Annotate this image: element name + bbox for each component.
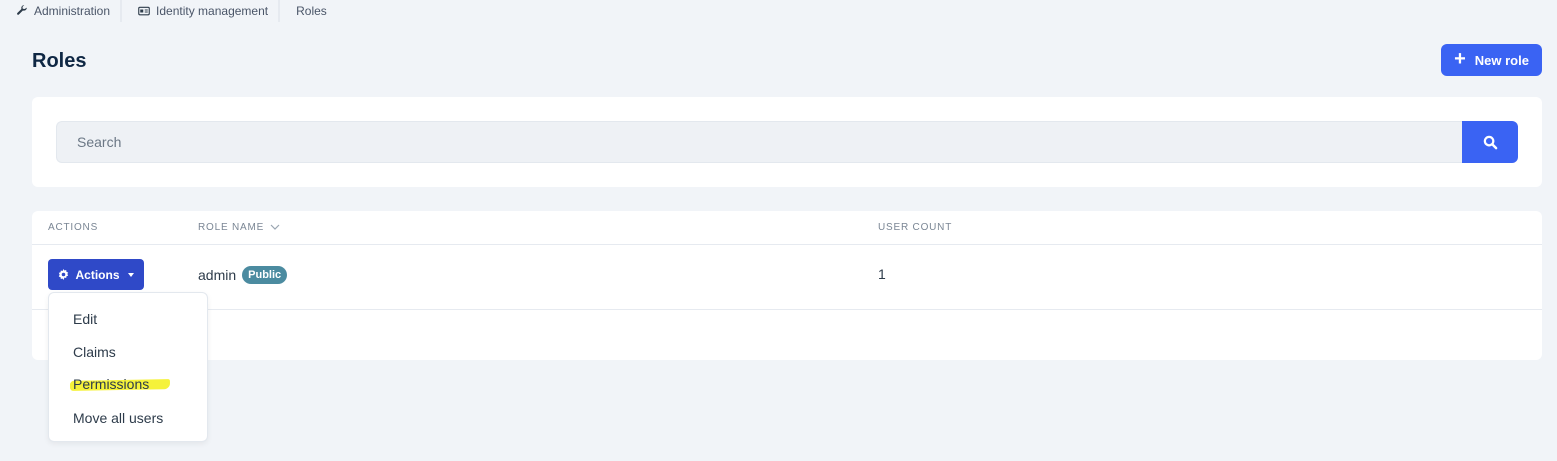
menu-item-claims[interactable]: Claims — [73, 344, 116, 360]
breadcrumb-label: Roles — [296, 4, 327, 18]
menu-item-move-all-users[interactable]: Move all users — [73, 410, 163, 426]
column-header-role-name[interactable]: ROLE NAME — [198, 222, 280, 233]
public-badge: Public — [242, 266, 288, 284]
user-count-cell: 1 — [878, 266, 886, 282]
breadcrumb-label: Identity management — [156, 4, 269, 18]
divider — [32, 309, 1542, 310]
search-card — [32, 97, 1542, 187]
breadcrumb-item-identity-management[interactable]: Identity management — [122, 0, 281, 22]
id-card-icon — [138, 6, 150, 16]
breadcrumb-label: Administration — [34, 4, 111, 18]
role-name: admin — [198, 267, 237, 283]
gear-icon — [59, 269, 69, 280]
menu-item-edit[interactable]: Edit — [73, 311, 97, 327]
menu-item-permissions[interactable]: Permissions — [73, 376, 149, 392]
divider — [32, 244, 1542, 245]
plus-icon: + — [1454, 48, 1466, 70]
actions-dropdown-menu: Edit Claims Move all users — [48, 292, 208, 442]
new-role-label: New role — [1474, 52, 1529, 68]
search-icon — [1483, 135, 1497, 149]
column-header-label: ROLE NAME — [198, 222, 265, 233]
caret-down-icon — [127, 272, 134, 277]
column-header-label: ACTIONS — [48, 222, 99, 233]
column-header-user-count: USER COUNT — [878, 222, 952, 233]
column-header-actions: ACTIONS — [48, 222, 98, 233]
wrench-icon — [17, 5, 27, 15]
new-role-button[interactable]: + New role — [1441, 44, 1542, 76]
role-name-cell: admin Public — [198, 266, 288, 284]
actions-label: Actions — [75, 267, 120, 282]
breadcrumb-item-administration[interactable]: Administration — [0, 0, 123, 22]
page-title: Roles — [32, 50, 87, 72]
roles-table: ACTIONS ROLE NAME USER COUNT Actions adm… — [32, 211, 1542, 360]
column-header-label: USER COUNT — [878, 222, 953, 233]
sort-chevron-icon — [270, 224, 280, 230]
search-button[interactable] — [1462, 121, 1518, 163]
breadcrumb: Administration Identity management Roles — [0, 0, 337, 22]
search-input[interactable] — [56, 121, 1463, 163]
actions-dropdown-button[interactable]: Actions — [48, 259, 144, 290]
breadcrumb-item-roles[interactable]: Roles — [280, 0, 337, 22]
